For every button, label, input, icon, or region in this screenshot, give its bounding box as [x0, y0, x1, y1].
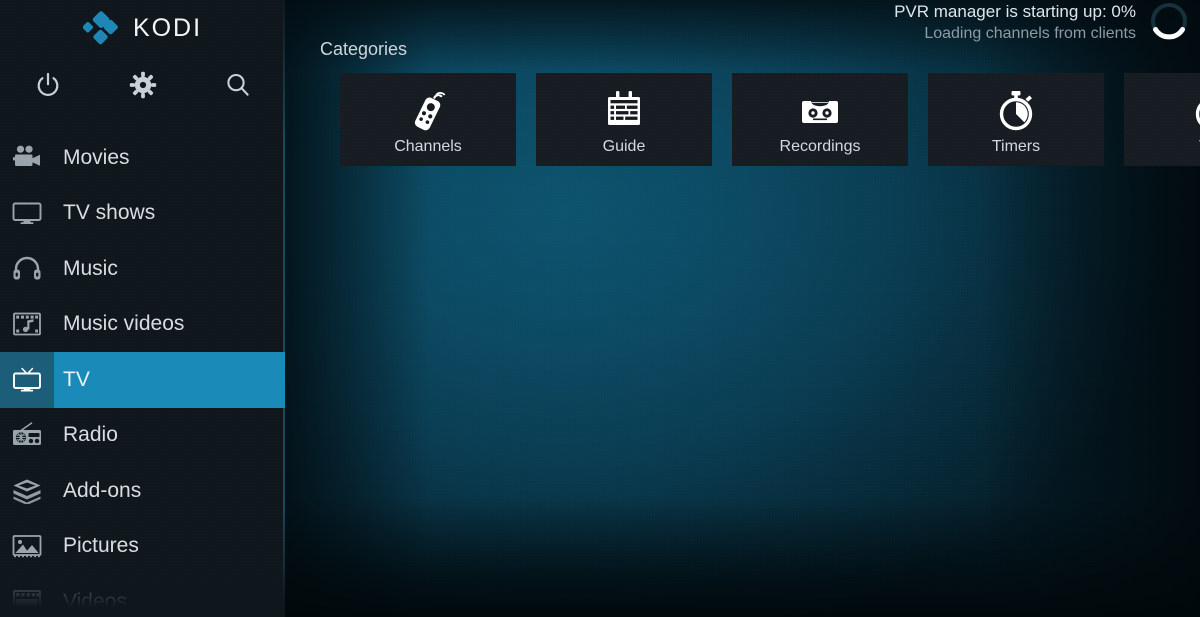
film-music-icon: [3, 297, 51, 353]
sidebar-item-label: Add-ons: [63, 478, 142, 502]
stopwatch-icon: [994, 88, 1038, 134]
tile-timers[interactable]: Timers: [928, 73, 1104, 166]
tile-guide[interactable]: Guide: [536, 73, 712, 166]
sidebar-item-label: Music: [63, 256, 118, 280]
sidebar-item-label: Radio: [63, 423, 118, 447]
categories-tile-row: Channels Guide Recordings Timers: [340, 73, 1200, 166]
tile-channels[interactable]: Channels: [340, 73, 516, 166]
film-strip-icon: [3, 574, 51, 617]
sidebar-item-label: TV: [63, 367, 90, 391]
tile-label: Timers: [991, 138, 1041, 155]
sidebar-item-music-videos[interactable]: Music videos: [0, 297, 285, 353]
sidebar-menu: Movies TV shows Music Music videos TV Ra…: [0, 130, 285, 617]
app-logo: KODI: [0, 0, 285, 56]
sidebar-item-label: Movies: [63, 145, 130, 169]
calendar-guide-icon: [603, 88, 645, 134]
tile-timer-rules-partial[interactable]: Tim: [1124, 73, 1200, 166]
power-icon: [34, 71, 62, 99]
addons-box-icon: [3, 463, 51, 519]
radio-icon: [3, 408, 51, 464]
cassette-tape-icon: [797, 88, 843, 134]
sidebar-item-radio[interactable]: Radio: [0, 408, 285, 464]
pvr-startup-status: PVR manager is starting up: 0%: [894, 2, 1136, 21]
loading-spinner-icon: [1146, 0, 1192, 44]
search-button[interactable]: [190, 58, 285, 112]
sidebar-item-movies[interactable]: Movies: [0, 130, 285, 186]
tv-monitor-icon: [3, 186, 51, 242]
tv-antenna-icon: [3, 352, 51, 408]
sidebar-item-tv-shows[interactable]: TV shows: [0, 186, 285, 242]
gear-icon: [129, 71, 157, 99]
pictures-icon: [3, 519, 51, 575]
settings-button[interactable]: [95, 58, 190, 112]
tile-label: Recordings: [779, 138, 861, 155]
sidebar-item-label: Videos: [63, 589, 127, 613]
kodi-window: PVR manager is starting up: 0% Loading c…: [0, 0, 1200, 617]
headphones-icon: [3, 241, 51, 297]
pvr-loading-substatus: Loading channels from clients: [924, 25, 1136, 42]
tile-label: Guide: [602, 138, 646, 155]
sidebar-item-label: Music videos: [63, 312, 185, 336]
sidebar: KODI Movies TV shows Music Music videos …: [0, 0, 285, 617]
sidebar-item-label: TV shows: [63, 201, 156, 225]
app-name: KODI: [132, 13, 203, 42]
tile-recordings[interactable]: Recordings: [732, 73, 908, 166]
movie-camera-icon: [3, 130, 51, 186]
tile-noise: [1124, 73, 1200, 166]
sidebar-item-music[interactable]: Music: [0, 241, 285, 297]
kodi-logo-icon: [82, 11, 119, 45]
tile-label: Channels: [394, 138, 462, 155]
stopwatch-icon: [1190, 88, 1200, 134]
sidebar-item-videos[interactable]: Videos: [0, 574, 285, 617]
sidebar-item-tv[interactable]: TV: [0, 352, 285, 408]
search-icon: [224, 71, 252, 99]
remote-control-icon: [407, 88, 449, 134]
power-button[interactable]: [0, 58, 95, 112]
categories-label: Categories: [320, 39, 408, 59]
sidebar-item-label: Pictures: [63, 534, 139, 558]
sidebar-item-pictures[interactable]: Pictures: [0, 519, 285, 575]
background-vignette-bottom: [280, 497, 1200, 617]
sidebar-toolbar: [0, 58, 285, 112]
sidebar-item-add-ons[interactable]: Add-ons: [0, 463, 285, 519]
pvr-status-area: PVR manager is starting up: 0% Loading c…: [894, 0, 1192, 44]
status-texts: PVR manager is starting up: 0% Loading c…: [894, 0, 1136, 44]
